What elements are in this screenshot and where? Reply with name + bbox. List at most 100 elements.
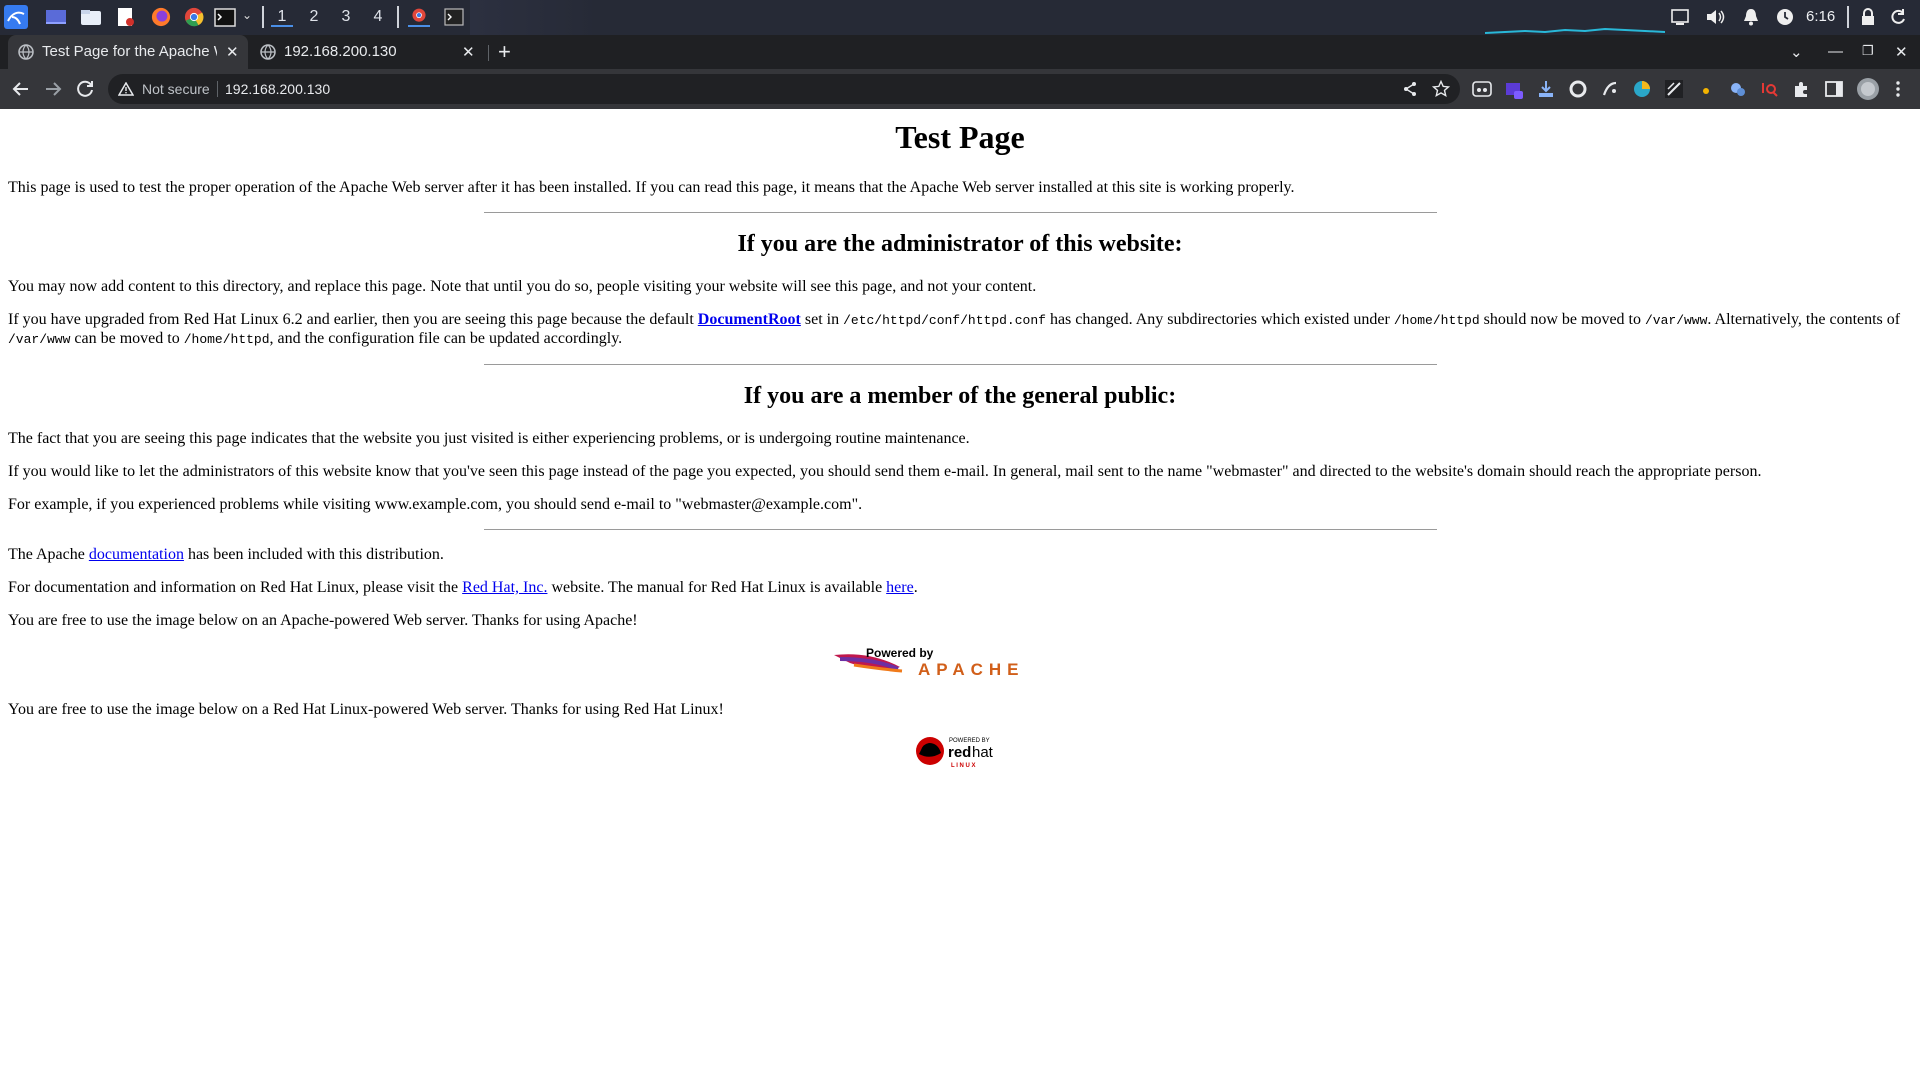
home-httpd-path: /home/httpd: [183, 332, 270, 347]
volume-icon[interactable]: [1705, 7, 1727, 27]
text-editor-icon[interactable]: [116, 7, 136, 27]
panel-separator: [262, 6, 264, 28]
apache-powered-by-text: Powered by: [866, 646, 934, 660]
redhat-hat-text: hat: [972, 744, 994, 761]
more-menu-icon[interactable]: [1888, 79, 1908, 99]
tab-search-icon[interactable]: ⌄: [1790, 43, 1803, 61]
reader-extension-icon[interactable]: [1472, 79, 1492, 99]
power-status-icon[interactable]: [1775, 7, 1795, 27]
bookmark-star-icon[interactable]: [1432, 80, 1450, 98]
text: website. The manual for Red Hat Linux is…: [547, 579, 887, 596]
redhat-badge-container: POWERED BY red hat L I N U X: [8, 734, 1912, 775]
text: If you have upgraded from Red Hat Linux …: [8, 311, 698, 328]
powered-by-apache-logo: Powered by APACHE: [834, 646, 1025, 679]
tab-ip-address[interactable]: 192.168.200.130 ✕: [250, 35, 488, 69]
divider: [483, 212, 1437, 213]
file-manager-icon[interactable]: [80, 7, 102, 27]
redhat-doc-paragraph: For documentation and information on Red…: [8, 579, 1912, 597]
kali-menu-icon[interactable]: [4, 5, 28, 29]
close-window-button[interactable]: ✕: [1895, 43, 1908, 61]
tab-title: Test Page for the Apache W: [42, 43, 217, 60]
text: .: [913, 579, 918, 596]
new-tab-button[interactable]: +: [498, 39, 511, 65]
text: has been included with this distribution…: [183, 546, 444, 563]
panel-separator: [1847, 6, 1849, 28]
public-paragraph-3: For example, if you experienced problems…: [8, 496, 863, 513]
restore-button[interactable]: ❐: [1862, 43, 1874, 59]
apache-name-text: APACHE: [918, 660, 1025, 679]
wappalyzer-extension-icon[interactable]: [1600, 79, 1620, 99]
os-top-panel: ⌄ 1 2 3 4 6:16: [0, 0, 1920, 35]
red-extension-icon[interactable]: [1760, 79, 1780, 99]
panel-separator: [397, 6, 399, 28]
refresh-session-icon[interactable]: [1888, 7, 1908, 27]
warning-icon[interactable]: [118, 82, 134, 96]
lock-icon[interactable]: [1858, 7, 1878, 27]
reload-icon[interactable]: [74, 78, 96, 100]
browser-tabstrip: Test Page for the Apache W ✕ 192.168.200…: [0, 35, 1920, 69]
divider: [483, 529, 1437, 530]
security-label[interactable]: Not secure: [142, 81, 210, 97]
workspace-4[interactable]: 4: [367, 7, 389, 27]
forward-arrow-icon[interactable]: [42, 78, 64, 100]
apache-badge-container: Powered by APACHE: [8, 645, 1912, 685]
admin-heading: If you are the administrator of this web…: [737, 231, 1183, 257]
text: The Apache: [8, 546, 89, 563]
back-arrow-icon[interactable]: [10, 78, 32, 100]
documentation-link[interactable]: documentation: [89, 546, 184, 563]
web-page: Test Page This page is used to test the …: [0, 109, 1920, 1080]
side-panel-icon[interactable]: [1824, 79, 1844, 99]
documentroot-link[interactable]: DocumentRoot: [698, 311, 801, 328]
puzzle-extensions-icon[interactable]: [1792, 79, 1812, 99]
share-icon[interactable]: [1402, 81, 1418, 97]
workspace-3[interactable]: 3: [335, 7, 357, 27]
address-bar[interactable]: Not secure 192.168.200.130: [108, 74, 1460, 104]
notification-bell-icon[interactable]: [1741, 7, 1761, 27]
url-text[interactable]: 192.168.200.130: [225, 81, 330, 97]
pen-extension-icon[interactable]: [1664, 79, 1684, 99]
workspace-1[interactable]: 1: [271, 7, 293, 27]
chrome-window-icon[interactable]: [408, 7, 430, 27]
text: For documentation and information on Red…: [8, 579, 463, 596]
powered-by-redhat-logo: POWERED BY red hat L I N U X: [916, 737, 994, 769]
cookie-extension-icon[interactable]: [1728, 79, 1748, 99]
apache-doc-paragraph: The Apache documentation has been includ…: [8, 546, 1912, 564]
workspace-2[interactable]: 2: [303, 7, 325, 27]
colorful-extension-icon[interactable]: [1632, 79, 1652, 99]
terminal-icon[interactable]: [214, 7, 236, 27]
download-extension-icon[interactable]: [1536, 79, 1556, 99]
globe-icon: [260, 44, 276, 60]
text: has changed. Any subdirectories which ex…: [1045, 311, 1394, 328]
desktop-icon[interactable]: [45, 7, 67, 27]
clock[interactable]: 6:16: [1806, 8, 1835, 25]
intro-paragraph: This page is used to test the proper ope…: [8, 179, 1295, 196]
hackbar-extension-icon[interactable]: [1504, 79, 1524, 99]
dot-extension-icon[interactable]: [1696, 79, 1716, 99]
chevron-down-icon[interactable]: ⌄: [242, 8, 252, 28]
apache-image-note: You are free to use the image below on a…: [8, 612, 638, 629]
public-paragraph-1: The fact that you are seeing this page i…: [8, 430, 970, 447]
redhat-inc-link[interactable]: Red Hat, Inc.: [462, 579, 547, 596]
text: can be moved to: [70, 330, 184, 347]
public-heading: If you are a member of the general publi…: [743, 383, 1177, 409]
tab-title: 192.168.200.130: [284, 43, 397, 60]
manual-here-link[interactable]: here: [886, 579, 914, 596]
close-tab-icon[interactable]: ✕: [462, 43, 475, 61]
text: . Alternatively, the contents of: [1707, 311, 1901, 328]
chrome-icon[interactable]: [183, 7, 205, 27]
httpd-conf-path: /etc/httpd/conf/httpd.conf: [843, 313, 1046, 328]
divider: [483, 364, 1437, 365]
tab-apache-test-page[interactable]: Test Page for the Apache W ✕: [8, 35, 248, 69]
minimize-button[interactable]: —: [1828, 43, 1843, 60]
home-httpd-path: /home/httpd: [1393, 313, 1480, 328]
tab-divider: [488, 45, 489, 61]
redhat-image-note: You are free to use the image below on a…: [8, 701, 724, 718]
screen-icon[interactable]: [1670, 7, 1690, 27]
profile-avatar[interactable]: [1856, 77, 1880, 101]
terminal-window-icon[interactable]: [444, 7, 464, 27]
firefox-icon[interactable]: [150, 7, 172, 27]
admin-paragraph-2: If you have upgraded from Red Hat Linux …: [8, 311, 1912, 349]
circle-extension-icon[interactable]: [1568, 79, 1588, 99]
globe-icon: [18, 44, 34, 60]
close-tab-icon[interactable]: ✕: [226, 43, 239, 61]
